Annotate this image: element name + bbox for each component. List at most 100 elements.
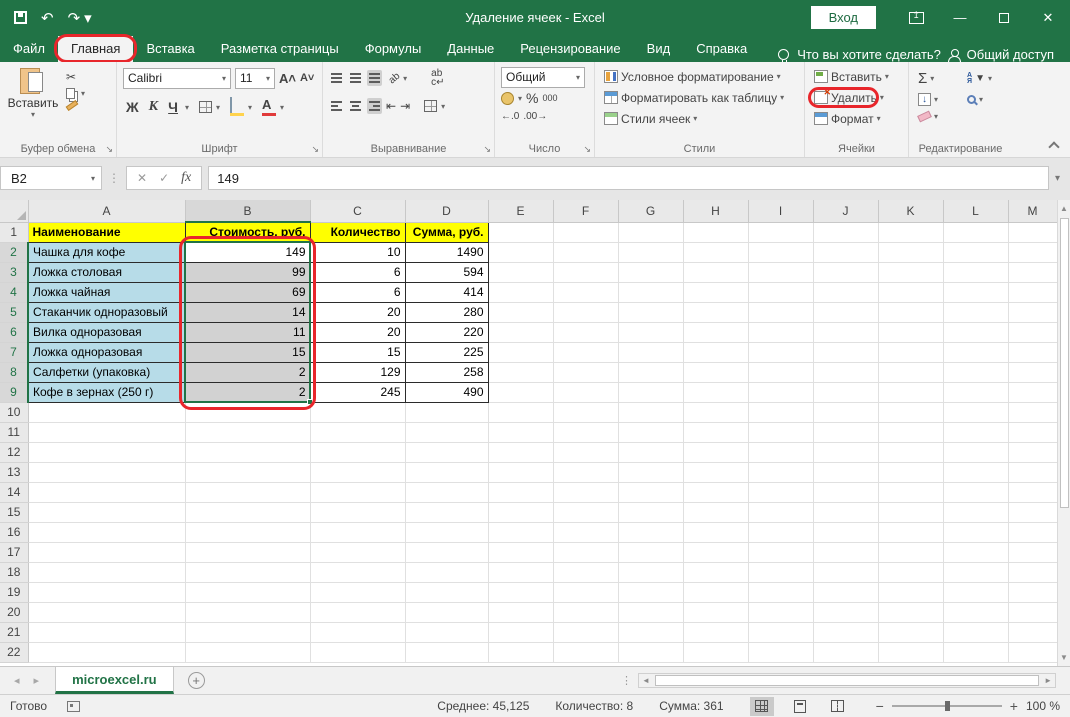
cell-A14[interactable] xyxy=(28,482,185,502)
cell-C12[interactable] xyxy=(310,442,405,462)
cell-A15[interactable] xyxy=(28,502,185,522)
cell-M13[interactable] xyxy=(1008,462,1057,482)
cell-M15[interactable] xyxy=(1008,502,1057,522)
cell-A4[interactable]: Ложка чайная xyxy=(28,282,185,302)
cell-H5[interactable] xyxy=(683,302,748,322)
tab-insert[interactable]: Вставка xyxy=(133,36,207,62)
vertical-scroll-thumb[interactable] xyxy=(1060,218,1069,508)
cell-D22[interactable] xyxy=(405,642,488,662)
sort-filter-button[interactable]: АЯ▼▾ xyxy=(964,68,1008,89)
decrease-decimal-icon[interactable]: .00→ xyxy=(523,112,547,121)
cell-F4[interactable] xyxy=(553,282,618,302)
cell-J4[interactable] xyxy=(813,282,878,302)
cell-E14[interactable] xyxy=(488,482,553,502)
collapse-ribbon-icon[interactable] xyxy=(1048,141,1059,152)
cell-H2[interactable] xyxy=(683,242,748,262)
cell-B12[interactable] xyxy=(185,442,310,462)
qat-customize-icon[interactable]: ▾ xyxy=(84,9,92,27)
cell-K12[interactable] xyxy=(878,442,943,462)
cell-C1[interactable]: Количество xyxy=(310,222,405,242)
cell-F19[interactable] xyxy=(553,582,618,602)
cell-B21[interactable] xyxy=(185,622,310,642)
scroll-right-icon[interactable]: ► xyxy=(1041,676,1055,685)
tab-review[interactable]: Рецензирование xyxy=(507,36,633,62)
cell-I15[interactable] xyxy=(748,502,813,522)
cell-C10[interactable] xyxy=(310,402,405,422)
horizontal-scrollbar[interactable]: ◄ ► xyxy=(638,673,1056,688)
row-header-9[interactable]: 9 xyxy=(0,382,28,402)
cell-A16[interactable] xyxy=(28,522,185,542)
cell-K21[interactable] xyxy=(878,622,943,642)
cell-B15[interactable] xyxy=(185,502,310,522)
cell-L7[interactable] xyxy=(943,342,1008,362)
decrease-indent-icon[interactable]: ⇤ xyxy=(386,102,396,111)
cell-M8[interactable] xyxy=(1008,362,1057,382)
cell-M4[interactable] xyxy=(1008,282,1057,302)
currency-icon[interactable] xyxy=(501,92,514,105)
tell-me-search[interactable]: Что вы хотите сделать? xyxy=(778,47,941,62)
cell-A3[interactable]: Ложка столовая xyxy=(28,262,185,282)
cell-G13[interactable] xyxy=(618,462,683,482)
column-header-G[interactable]: G xyxy=(618,200,683,222)
zoom-slider-thumb[interactable] xyxy=(945,701,950,711)
formula-input[interactable]: 149 xyxy=(208,166,1049,190)
scroll-left-icon[interactable]: ◄ xyxy=(639,676,653,685)
cell-F13[interactable] xyxy=(553,462,618,482)
cell-K5[interactable] xyxy=(878,302,943,322)
cell-C3[interactable]: 6 xyxy=(310,262,405,282)
clipboard-dialog-launcher-icon[interactable]: ↘ xyxy=(105,144,113,155)
cell-L20[interactable] xyxy=(943,602,1008,622)
cell-J11[interactable] xyxy=(813,422,878,442)
expand-formula-bar-icon[interactable]: ▾ xyxy=(1055,173,1066,184)
cell-L19[interactable] xyxy=(943,582,1008,602)
find-select-button[interactable]: ▾ xyxy=(964,91,1008,108)
cell-M6[interactable] xyxy=(1008,322,1057,342)
paste-dropdown-icon[interactable]: ▾ xyxy=(6,110,60,119)
insert-cells-button[interactable]: Вставить▾ xyxy=(811,66,904,87)
cell-H1[interactable] xyxy=(683,222,748,242)
row-header-20[interactable]: 20 xyxy=(0,602,28,622)
cell-B4[interactable]: 69 xyxy=(185,282,310,302)
cell-A10[interactable] xyxy=(28,402,185,422)
name-box[interactable]: B2▾ xyxy=(0,166,102,190)
cell-L21[interactable] xyxy=(943,622,1008,642)
cell-L16[interactable] xyxy=(943,522,1008,542)
number-dialog-launcher-icon[interactable]: ↘ xyxy=(583,144,591,155)
cell-F18[interactable] xyxy=(553,562,618,582)
cell-D18[interactable] xyxy=(405,562,488,582)
cell-L13[interactable] xyxy=(943,462,1008,482)
cell-L6[interactable] xyxy=(943,322,1008,342)
cell-A19[interactable] xyxy=(28,582,185,602)
cell-E12[interactable] xyxy=(488,442,553,462)
fill-color-dropdown-icon[interactable]: ▾ xyxy=(248,103,252,112)
cell-K18[interactable] xyxy=(878,562,943,582)
cell-G8[interactable] xyxy=(618,362,683,382)
cell-B11[interactable] xyxy=(185,422,310,442)
fill-color-button[interactable] xyxy=(230,98,244,116)
column-header-H[interactable]: H xyxy=(683,200,748,222)
cell-A7[interactable]: Ложка одноразовая xyxy=(28,342,185,362)
cell-J7[interactable] xyxy=(813,342,878,362)
cell-C16[interactable] xyxy=(310,522,405,542)
font-name-select[interactable]: Calibri▾ xyxy=(123,68,231,89)
cell-M3[interactable] xyxy=(1008,262,1057,282)
cell-G10[interactable] xyxy=(618,402,683,422)
cell-F22[interactable] xyxy=(553,642,618,662)
cell-M9[interactable] xyxy=(1008,382,1057,402)
close-button[interactable]: ✕ xyxy=(1026,0,1070,35)
row-header-13[interactable]: 13 xyxy=(0,462,28,482)
cell-G9[interactable] xyxy=(618,382,683,402)
cell-G1[interactable] xyxy=(618,222,683,242)
cell-G15[interactable] xyxy=(618,502,683,522)
ribbon-display-options-icon[interactable] xyxy=(894,0,938,35)
cell-E15[interactable] xyxy=(488,502,553,522)
cell-F21[interactable] xyxy=(553,622,618,642)
cell-I16[interactable] xyxy=(748,522,813,542)
cell-F9[interactable] xyxy=(553,382,618,402)
cell-H16[interactable] xyxy=(683,522,748,542)
save-icon[interactable] xyxy=(14,11,27,24)
cell-G22[interactable] xyxy=(618,642,683,662)
cell-C20[interactable] xyxy=(310,602,405,622)
cell-B5[interactable]: 14 xyxy=(185,302,310,322)
cell-C11[interactable] xyxy=(310,422,405,442)
